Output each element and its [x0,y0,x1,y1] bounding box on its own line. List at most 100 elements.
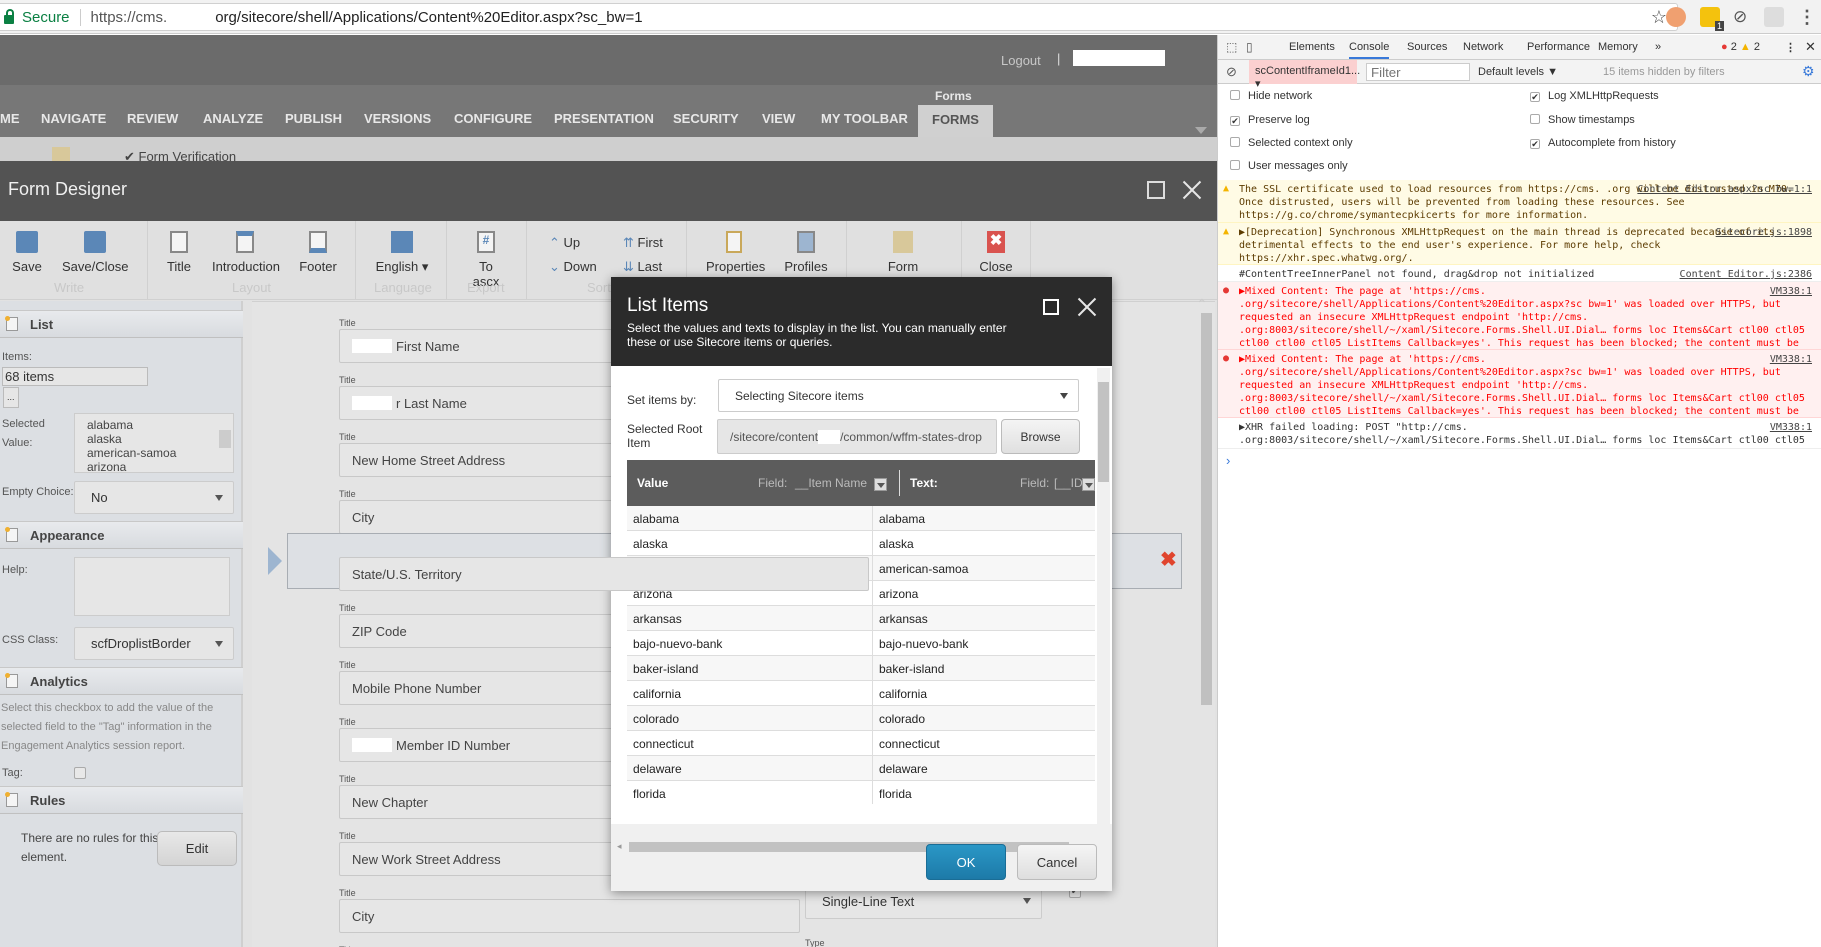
footer-button[interactable]: Footer [298,231,338,274]
console-option[interactable]: ✔ Autocomplete from history [1530,137,1676,149]
grid-cell-text[interactable]: florida [872,781,1095,804]
grid-row[interactable]: california california [627,681,1095,706]
devtools-tab-memory[interactable]: Memory [1598,41,1638,53]
delete-field-icon[interactable]: ✖ [1160,547,1177,572]
first-button[interactable]: ⇈ First [623,235,663,251]
option-american-samoa[interactable]: american-samoa [87,446,221,460]
grid-row[interactable]: baker-island baker-island [627,656,1095,681]
ok-button[interactable]: OK [926,844,1006,880]
grid-cell-text[interactable]: colorado [872,706,1095,731]
error-counter[interactable]: ● 2 ▲ 2 [1721,41,1760,53]
up-button[interactable]: ⌃ Up [549,235,580,251]
dialog-maximize-icon[interactable] [1043,299,1059,315]
grid-cell-value[interactable]: california [633,687,681,701]
console-message[interactable]: ● VM338:1 ▶Mixed Content: The page at 'htt… [1218,282,1821,350]
text-field-dropdown-icon[interactable] [1082,478,1095,491]
grid-cell-value[interactable]: alabama [633,512,679,526]
grid-row[interactable]: arkansas arkansas [627,606,1095,631]
grid-cell-text[interactable]: alabama [872,506,1095,531]
url-text[interactable]: https://cms. org/sitecore/shell/Applicati… [91,9,643,26]
option-checkbox[interactable] [1230,160,1240,170]
block-icon[interactable]: ⊘ [1733,7,1753,27]
grid-cell-text[interactable]: california [872,681,1095,706]
console-message[interactable]: VM338:1 ▶XHR failed loading: POST "http:/… [1218,418,1821,449]
console-message[interactable]: ● VM338:1 ▶Mixed Content: The page at 'htt… [1218,350,1821,418]
console-option[interactable]: ✔ Log XMLHttpRequests [1530,90,1659,102]
grid-cell-value[interactable]: bajo-nuevo-bank [633,637,722,651]
option-checkbox[interactable]: ✔ [1230,116,1240,126]
option-alaska[interactable]: alaska [87,432,221,446]
tab-review[interactable]: REVIEW [127,111,178,126]
option-checkbox[interactable]: ✔ [1530,139,1540,149]
extension-badge-icon[interactable]: 1 [1700,7,1724,31]
introduction-button[interactable]: Introduction [212,231,280,274]
form-verification-button[interactable]: ✔ Form Verification [124,149,236,161]
tab-versions[interactable]: VERSIONS [364,111,431,126]
grid-cell-value[interactable]: connecticut [633,737,694,751]
grid-cell-text[interactable]: american-samoa [872,556,1095,581]
console-settings-gear-icon[interactable]: ⚙ [1802,63,1815,80]
grid-cell-text[interactable]: arizona [872,581,1095,606]
grid-cell-text[interactable]: bajo-nuevo-bank [872,631,1095,656]
value-field-dropdown-icon[interactable] [874,478,887,491]
grid-row[interactable]: florida florida [627,781,1095,804]
grid-cell-value[interactable]: alaska [633,537,668,551]
context-selector[interactable]: scContentIframeId1... ▾ [1249,60,1360,90]
bookmark-star-icon[interactable]: ☆ [1651,7,1667,28]
grid-cell-value[interactable]: baker-island [633,662,698,676]
grid-row[interactable]: delaware delaware [627,756,1095,781]
scroll-left-icon[interactable]: ◂ [617,841,622,852]
console-message[interactable]: ▲ Sitecore.js:1898 ▶[Deprecation] Synchron… [1218,223,1821,265]
menu-dots-icon[interactable]: ⋮ [1798,7,1818,27]
console-option[interactable]: Selected context only [1230,137,1353,149]
console-option[interactable]: Show timestamps [1530,114,1635,126]
logout-link[interactable]: Logout [1001,53,1041,68]
tab-view[interactable]: VIEW [762,111,795,126]
empty-choice-select[interactable]: No [74,481,234,514]
tab-my-toolbar[interactable]: MY TOOLBAR [821,111,908,126]
option-checkbox[interactable] [1230,90,1240,100]
message-source-link[interactable]: VM338:1 [1770,353,1812,366]
tab-navigate[interactable]: NAVIGATE [41,111,106,126]
devtools-tab-elements[interactable]: Elements [1289,41,1335,53]
tag-checkbox[interactable] [74,767,86,779]
close-icon[interactable] [1182,180,1202,200]
message-source-link[interactable]: Content Editor.aspx?sc bw=1:1 [1637,183,1812,196]
option-arizona[interactable]: arizona [87,460,221,472]
tab-publish[interactable]: PUBLISH [285,111,342,126]
devtools-tab-sources[interactable]: Sources [1407,41,1447,53]
console-option[interactable]: Hide network [1230,90,1312,102]
devtools-menu-icon[interactable]: ⋮ [1785,41,1796,54]
field-title-input[interactable]: City [339,899,800,933]
vertical-scroll-thumb[interactable] [1098,382,1109,482]
value-field-name[interactable]: __Item Name [795,476,867,490]
console-option[interactable]: User messages only [1230,160,1348,172]
grid-row[interactable]: connecticut connecticut [627,731,1095,756]
save-close-button[interactable]: Save/Close [62,231,128,274]
maximize-icon[interactable] [1147,181,1165,199]
console-prompt[interactable]: › [1226,453,1230,468]
dialog-vertical-scrollbar[interactable] [1097,368,1110,824]
option-checkbox[interactable] [1230,137,1240,147]
profiles-button[interactable]: Profiles [784,231,828,274]
extension-gray-icon[interactable] [1764,7,1784,27]
message-source-link[interactable]: Sitecore.js:1898 [1716,226,1812,239]
message-source-link[interactable]: VM338:1 [1770,285,1812,298]
last-button[interactable]: ⇊ Last [623,259,662,275]
console-option[interactable]: ✔ Preserve log [1230,114,1310,126]
language-dropdown[interactable]: English ▾ [374,231,430,275]
selected-value-listbox[interactable]: alabama alaska american-samoa arizona [74,413,234,473]
items-input[interactable]: 68 items [2,367,148,386]
tab-analyze[interactable]: ANALYZE [203,111,263,126]
clear-console-icon[interactable]: ⊘ [1226,64,1237,80]
option-checkbox[interactable] [1530,114,1540,124]
field-title-input[interactable]: State/U.S. Territory [339,557,869,591]
set-items-select[interactable]: Selecting Sitecore items [718,379,1079,412]
appearance-section-header[interactable]: Appearance [0,521,243,549]
cancel-button[interactable]: Cancel [1017,844,1097,880]
grid-cell-text[interactable]: arkansas [872,606,1095,631]
address-bar[interactable]: Secure https://cms. org/sitecore/shell/Ap… [0,3,1678,31]
console-filter-input[interactable] [1366,63,1470,81]
message-source-link[interactable]: Content Editor.js:2386 [1680,268,1812,281]
save-button[interactable]: Save [12,231,42,274]
